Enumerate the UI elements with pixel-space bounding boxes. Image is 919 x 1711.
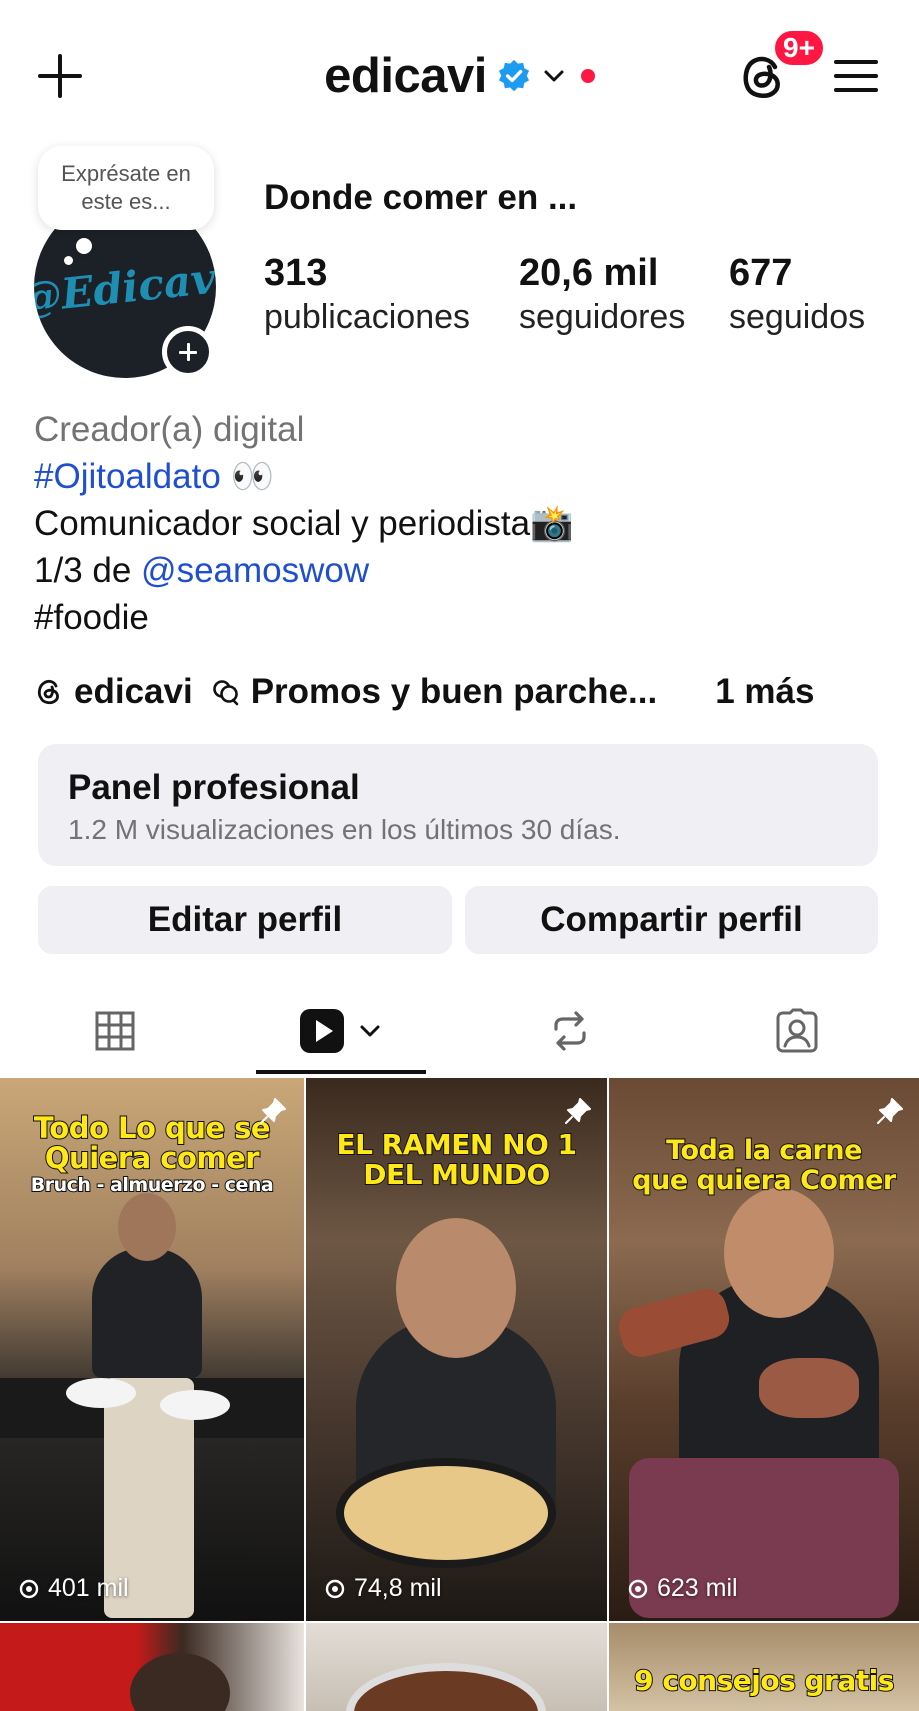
face-shape [396, 1218, 516, 1358]
verified-badge-icon [498, 59, 529, 92]
reel-views-count: 623 mil [657, 1574, 738, 1602]
reels-grid: Todo Lo que se Quiera comer Bruch - almu… [0, 1078, 919, 1711]
reel-views: 623 mil [627, 1574, 738, 1603]
unread-dot [580, 69, 595, 83]
tab-posts-grid[interactable] [60, 990, 170, 1072]
stat-posts-value: 313 [264, 252, 328, 294]
share-profile-button[interactable]: Compartir perfil [465, 886, 878, 954]
person-shape [130, 1653, 230, 1711]
meat-shape [759, 1358, 859, 1418]
profile-links: edicavi Promos y buen parche... 1 más [34, 668, 814, 716]
notification-badge: 9+ [772, 28, 826, 68]
tab-reels[interactable] [256, 990, 426, 1072]
bio-hashtag-line: #Ojitoaldato 👀 [34, 453, 894, 500]
reel-thumbnail[interactable]: Toda la carne que quiera Comer 623 mil [609, 1078, 919, 1621]
face-shape [724, 1188, 834, 1318]
reel-caption-line1: 9 consejos gratis [633, 1664, 895, 1698]
pin-icon [260, 1098, 286, 1124]
panel-title: Panel profesional [68, 768, 360, 807]
reel-caption-line2: Quiera comer [44, 1141, 261, 1175]
channel-link[interactable]: Promos y buen parche... [211, 672, 658, 712]
bio-description-text: Comunicador social y periodista [34, 504, 531, 543]
bio-category: Creador(a) digital [34, 410, 305, 449]
professional-dashboard[interactable]: Panel profesional 1.2 M visualizaciones … [38, 744, 878, 866]
username: edicavi [324, 49, 487, 103]
threads-small-icon [37, 679, 59, 705]
repost-icon [554, 1011, 586, 1051]
note-bubble-tail [76, 238, 92, 254]
bio-mention-line: 1/3 de @seamoswow [34, 547, 894, 594]
note-bubble[interactable]: Exprésate en este es... [38, 146, 214, 230]
more-links-label: 1 más [715, 672, 815, 711]
stat-posts[interactable]: 313 publicaciones [264, 250, 470, 338]
eye-icon [325, 1579, 345, 1598]
profile-tabs [0, 990, 919, 1076]
eyes-emoji: 👀 [230, 457, 275, 496]
reel-thumbnail[interactable]: EL RAMEN NO 1 DEL MUNDO 74,8 mil [306, 1078, 607, 1621]
menu-icon[interactable] [834, 56, 878, 96]
edit-profile-button[interactable]: Editar perfil [38, 886, 452, 954]
ramen-bowl-shape [336, 1458, 556, 1568]
reel-views: 74,8 mil [324, 1574, 442, 1603]
avatar-logo-text: @Edicavi [34, 251, 216, 323]
person-shape [92, 1248, 202, 1378]
reel-caption-line1: EL RAMEN NO 1 [335, 1128, 578, 1161]
bio-hashtag-link[interactable]: #Ojitoaldato [34, 457, 221, 496]
more-links[interactable]: 1 más [715, 672, 814, 712]
profile-display-name: Donde comer en ... [264, 178, 578, 217]
stat-following-value: 677 [729, 252, 793, 294]
reel-thumbnail[interactable] [306, 1623, 607, 1711]
stat-followers-value: 20,6 mil [519, 252, 659, 294]
chevron-down-icon [360, 1025, 380, 1037]
threads-link-label: edicavi [74, 672, 193, 711]
reel-views-count: 74,8 mil [354, 1574, 442, 1602]
reel-caption-line3: Bruch - almuerzo - cena [30, 1173, 275, 1197]
bio-mention-prefix: 1/3 de [34, 551, 142, 590]
eye-icon [19, 1579, 39, 1598]
pin-icon [565, 1098, 591, 1124]
plate-shape [160, 1390, 230, 1420]
reel-thumbnail[interactable]: 9 consejos gratis [609, 1623, 919, 1711]
reels-icon [300, 1009, 344, 1053]
bio-foodie-hashtag: #foodie [34, 598, 149, 637]
channel-link-label: Promos y buen parche... [250, 672, 658, 711]
tagged-person-icon [776, 1008, 818, 1053]
eye-icon [628, 1579, 648, 1598]
grid-icon [95, 1011, 135, 1051]
stat-followers-label: seguidores [519, 298, 686, 336]
stat-following[interactable]: 677 seguidos [729, 250, 865, 338]
chevron-down-icon [544, 70, 564, 82]
face-shape [118, 1193, 176, 1261]
bio-description: Comunicador social y periodista📸 [34, 500, 894, 547]
note-bubble-tail-small [64, 256, 73, 265]
stat-posts-label: publicaciones [264, 298, 471, 336]
stat-following-label: seguidos [729, 298, 866, 336]
tab-tagged[interactable] [742, 990, 852, 1072]
active-tab-indicator [256, 1070, 426, 1074]
broadcast-channel-icon [212, 680, 239, 706]
reel-caption-line1: Toda la carne [665, 1135, 863, 1167]
plate-shape [66, 1378, 136, 1408]
reel-views-count: 401 mil [48, 1574, 129, 1602]
camera-emoji: 📸 [530, 504, 574, 543]
add-story-icon[interactable] [162, 326, 214, 378]
reel-caption-line2: DEL MUNDO [362, 1158, 551, 1191]
tab-reposts[interactable] [515, 990, 625, 1072]
panel-subtitle: 1.2 M visualizaciones en los últimos 30 … [68, 814, 621, 845]
reel-thumbnail[interactable]: Todo Lo que se Quiera comer Bruch - almu… [0, 1078, 304, 1621]
reel-views: 401 mil [18, 1574, 129, 1603]
pin-icon [877, 1098, 903, 1124]
reel-caption-line2: que quiera Comer [631, 1165, 897, 1197]
profile-header: edicavi 9+ [0, 0, 919, 150]
stat-followers[interactable]: 20,6 mil seguidores [519, 250, 685, 338]
dish-shape [346, 1663, 546, 1711]
threads-link[interactable]: edicavi [34, 672, 193, 712]
bio-mention-link[interactable]: @seamoswow [141, 551, 369, 590]
reel-thumbnail[interactable] [0, 1623, 304, 1711]
bio: Creador(a) digital #Ojitoaldato 👀 Comuni… [34, 406, 894, 641]
